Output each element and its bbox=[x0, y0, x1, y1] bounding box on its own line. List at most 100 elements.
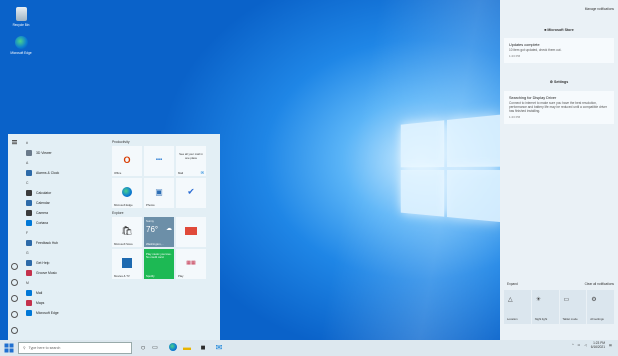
gear-icon: ⚙ bbox=[591, 297, 597, 303]
tile-mail[interactable]: See all your mail in one place Mail ✉ bbox=[176, 146, 206, 176]
tile-office-apps[interactable]: ▪▪▪ bbox=[144, 146, 174, 176]
weather-condition: Sunny bbox=[146, 219, 154, 223]
night-light-icon: ☀ bbox=[535, 297, 542, 303]
clear-all-notifications-button[interactable]: Clear all notifications bbox=[585, 282, 614, 286]
tile-play[interactable]: ▦▦ Play bbox=[176, 249, 206, 279]
office-icon: O bbox=[123, 154, 131, 165]
quick-action-tablet-mode[interactable]: ▭ Tablet mode bbox=[559, 290, 587, 324]
letter-label: M bbox=[26, 281, 29, 285]
app-list-item[interactable]: 3D Viewer bbox=[20, 148, 108, 158]
volume-icon[interactable]: ◁ bbox=[584, 343, 586, 347]
tile-photos[interactable]: ▣ Photos bbox=[144, 178, 174, 208]
app-list-letter[interactable]: A bbox=[20, 158, 108, 168]
settings-icon[interactable] bbox=[10, 311, 18, 318]
app-list-letter[interactable]: G bbox=[20, 248, 108, 258]
app-list-item[interactable]: Mail bbox=[20, 288, 108, 298]
app-icon bbox=[26, 200, 32, 206]
tile-office[interactable]: O Office bbox=[112, 146, 142, 176]
tile-label: Spotify bbox=[146, 274, 155, 278]
app-list-letter[interactable]: # bbox=[20, 138, 108, 148]
task-view-icon[interactable]: ▭ bbox=[150, 343, 160, 353]
file-explorer-icon[interactable]: ▬ bbox=[182, 343, 192, 353]
tile-store[interactable]: 🛍 Microsoft Store bbox=[112, 217, 142, 247]
desktop-icon-edge[interactable]: Microsoft Edge bbox=[7, 36, 35, 55]
app-list-letter[interactable]: F bbox=[20, 228, 108, 238]
manage-notifications-link[interactable]: Manage notifications bbox=[585, 7, 614, 11]
tile-label: Photos bbox=[146, 203, 155, 207]
quick-action-all-settings[interactable]: ⚙ All settings bbox=[587, 290, 614, 324]
quick-action-location[interactable]: △ Location bbox=[504, 290, 531, 324]
quick-action-night-light[interactable]: ☀ Night light bbox=[531, 290, 559, 324]
weather-city: Washington,... bbox=[146, 242, 164, 246]
pictures-icon[interactable] bbox=[10, 295, 18, 302]
app-list-item[interactable]: Feedback Hub bbox=[20, 238, 108, 248]
user-icon[interactable] bbox=[10, 263, 18, 270]
tile-movies[interactable]: Movies & TV bbox=[112, 249, 142, 279]
app-list-item[interactable]: Camera bbox=[20, 208, 108, 218]
tile-todo[interactable]: ✔ bbox=[176, 178, 206, 208]
tile-news[interactable] bbox=[176, 217, 206, 247]
games-icon: ▦▦ bbox=[186, 259, 196, 266]
notification-card[interactable]: Updates complete 10 item got updated, ch… bbox=[504, 38, 614, 63]
app-label: Calculator bbox=[36, 191, 52, 195]
chevron-up-icon[interactable]: ^ bbox=[572, 343, 574, 347]
app-list-item[interactable]: Get Help bbox=[20, 258, 108, 268]
desktop-icon-label: Recycle Bin bbox=[12, 23, 30, 27]
app-list-letter[interactable]: C bbox=[20, 178, 108, 188]
tile-label: Microsoft Store bbox=[114, 242, 133, 246]
notification-time: 1:23 PM bbox=[509, 115, 521, 119]
tile-edge[interactable]: Microsoft Edge bbox=[112, 178, 142, 208]
windows-start-icon[interactable] bbox=[4, 343, 14, 353]
app-list-item[interactable]: Groove Music bbox=[20, 268, 108, 278]
office-apps-icon: ▪▪▪ bbox=[155, 156, 163, 163]
start-menu: #3D Viewer A Alarms & Clock C Calculator Cale… bbox=[8, 134, 220, 340]
clock[interactable]: 1:23 PM 6/16/2021 bbox=[591, 341, 605, 349]
taskbar: ⚲ Type here to search ○ ▭ ▬ ■ ✉ ^ ⊡ ◁ 1:… bbox=[0, 340, 618, 356]
app-list-item[interactable]: Alarms & Clock bbox=[20, 168, 108, 178]
search-box[interactable]: ⚲ Type here to search bbox=[18, 342, 132, 354]
app-label: Microsoft Edge bbox=[36, 311, 59, 315]
letter-label: C bbox=[26, 181, 29, 185]
app-list-item[interactable]: Maps bbox=[20, 298, 108, 308]
desktop-icon-recycle-bin[interactable]: Recycle Bin bbox=[7, 7, 35, 27]
app-icon bbox=[26, 270, 32, 276]
mail-taskbar-icon[interactable]: ✉ bbox=[214, 343, 224, 353]
edge-taskbar-icon[interactable] bbox=[168, 343, 178, 353]
tile-label: Play bbox=[178, 274, 184, 278]
windows-logo-wallpaper bbox=[400, 114, 504, 225]
desktop-icon-label: Microsoft Edge bbox=[10, 51, 32, 55]
photos-icon: ▣ bbox=[155, 187, 163, 196]
app-list-item[interactable]: Microsoft Edge bbox=[20, 308, 108, 318]
letter-label: F bbox=[26, 231, 29, 235]
cloud-icon: ☁ bbox=[166, 226, 172, 232]
app-icon bbox=[26, 170, 32, 176]
hamburger-icon[interactable] bbox=[11, 140, 17, 141]
app-icon bbox=[26, 220, 32, 226]
tablet-icon: ▭ bbox=[563, 297, 570, 303]
tile-weather[interactable]: Sunny 76° ☁ Washington,... bbox=[144, 217, 174, 247]
network-icon[interactable]: ⊡ bbox=[578, 343, 581, 347]
app-list-item[interactable]: Calculator bbox=[20, 188, 108, 198]
app-icon bbox=[26, 300, 32, 306]
notification-body: 10 item got updated, check them out. bbox=[509, 48, 562, 52]
app-list-item[interactable]: Cortana bbox=[20, 218, 108, 228]
search-placeholder: Type here to search bbox=[28, 346, 61, 350]
spotify-tile-text: Play music you love. No credit card. bbox=[146, 252, 172, 260]
letter-label: # bbox=[26, 141, 28, 145]
documents-icon[interactable] bbox=[10, 279, 18, 286]
tile-spotify[interactable]: Play music you love. No credit card. Spo… bbox=[144, 249, 174, 279]
letter-label: G bbox=[26, 251, 29, 255]
app-list-item[interactable]: Calendar bbox=[20, 198, 108, 208]
cortana-icon[interactable]: ○ bbox=[138, 343, 148, 353]
app-label: Alarms & Clock bbox=[36, 171, 60, 175]
app-label: Get Help bbox=[36, 261, 50, 265]
expand-button[interactable]: Expand bbox=[507, 282, 518, 286]
notification-group-header: ⚙ Settings bbox=[500, 80, 618, 84]
app-list-letter[interactable]: M bbox=[20, 278, 108, 288]
notification-card[interactable]: Searching for Display Driver Connect to … bbox=[504, 91, 614, 124]
power-icon[interactable] bbox=[10, 327, 18, 334]
app-label: Calendar bbox=[36, 201, 50, 205]
store-taskbar-icon[interactable]: ■ bbox=[198, 343, 208, 353]
notifications-icon[interactable]: ▤ bbox=[609, 343, 612, 347]
quick-action-label: All settings bbox=[590, 317, 604, 321]
